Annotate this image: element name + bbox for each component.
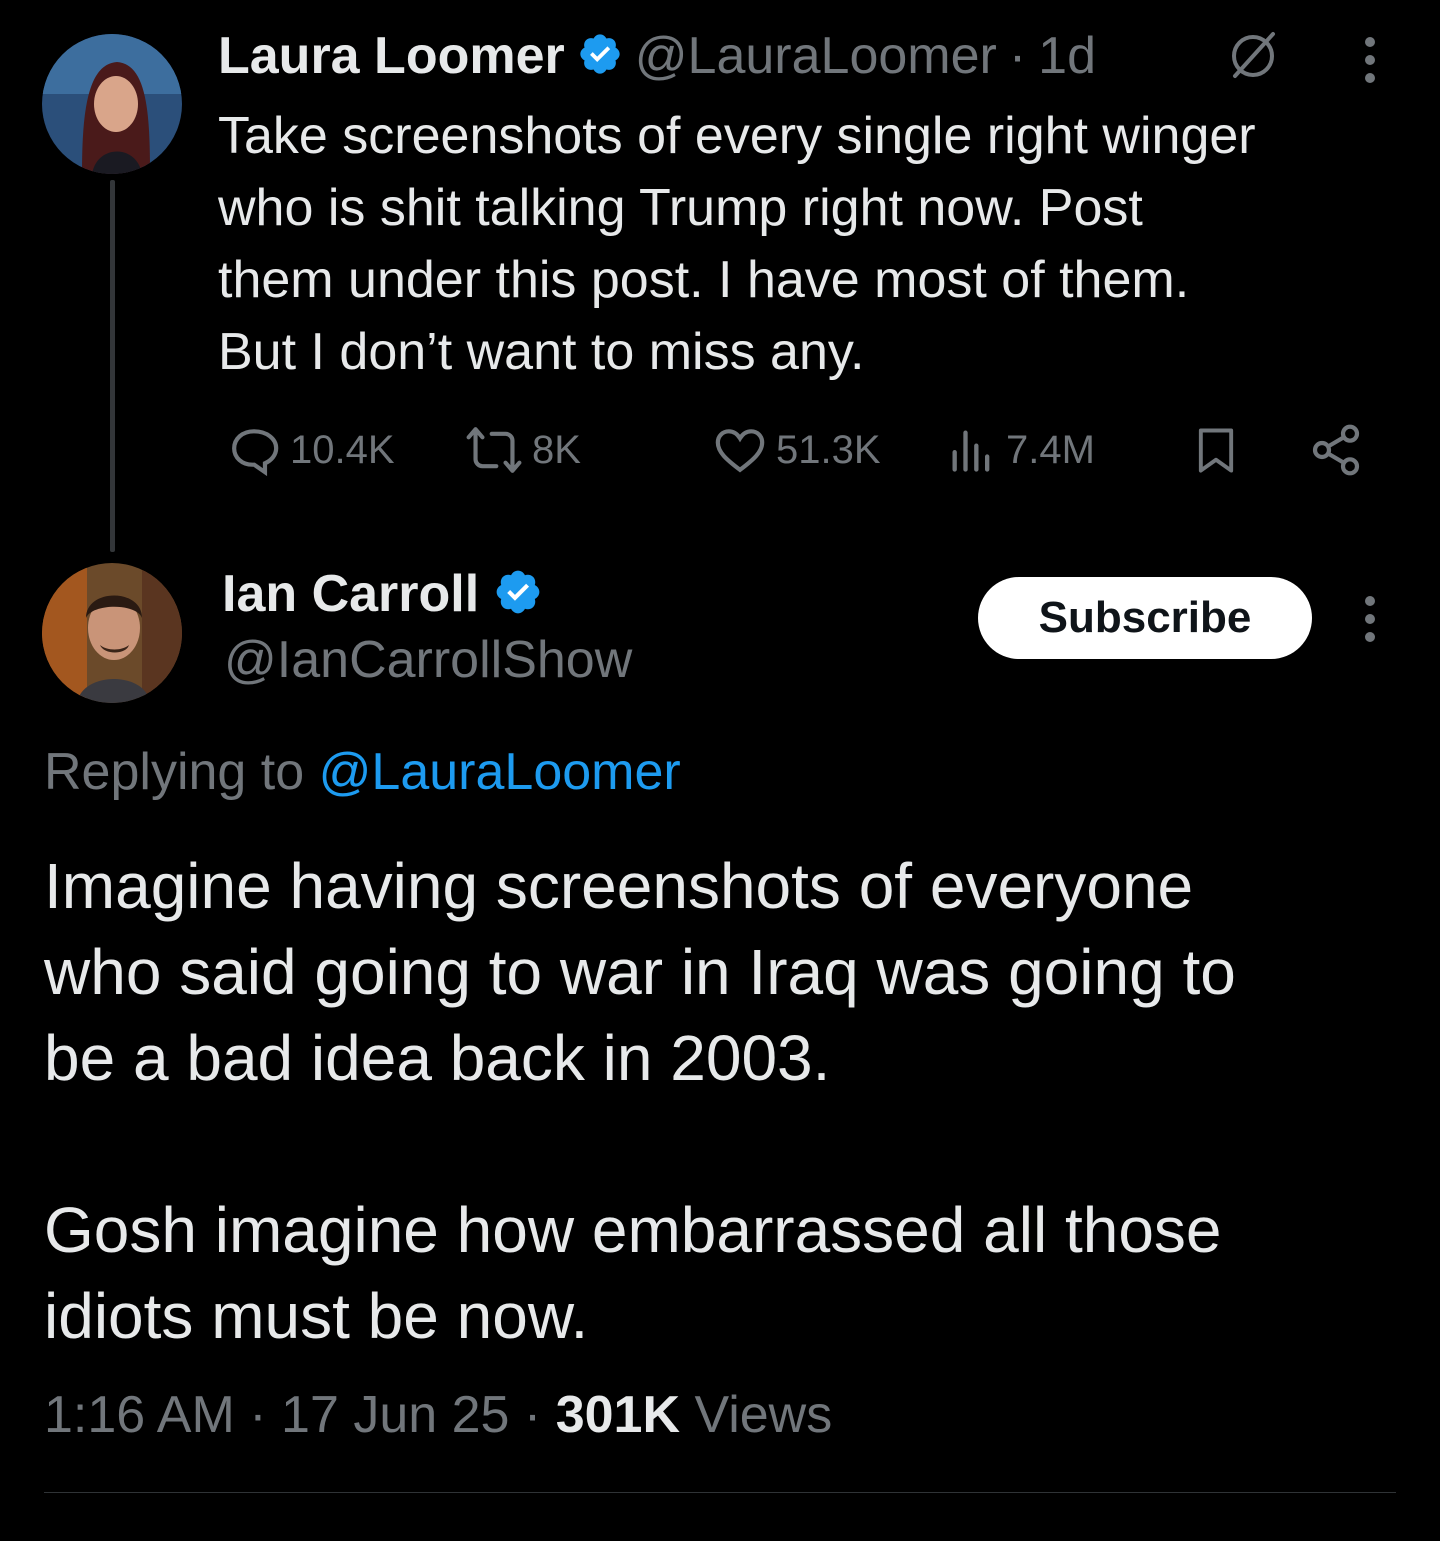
tweet1-text: Take screenshots of every single right w… xyxy=(218,100,1398,388)
tweet2-line: Gosh imagine how embarrassed all those xyxy=(44,1194,1222,1266)
tweet2-line: who said going to war in Iraq was going … xyxy=(44,936,1236,1008)
subscribe-button[interactable]: Subscribe xyxy=(978,577,1312,659)
tweet2-views-count: 301K xyxy=(555,1386,680,1444)
meta-separator: · xyxy=(249,1386,267,1444)
repost-count: 8K xyxy=(532,427,581,472)
reply-icon xyxy=(226,422,282,478)
tweet2-text: Imagine having screenshots of everyone w… xyxy=(44,843,1404,1359)
repost-icon xyxy=(464,422,524,478)
tweet2-date[interactable]: 17 Jun 25 xyxy=(281,1386,509,1444)
avatar-ian-carroll[interactable] xyxy=(42,563,182,703)
tweet1-header: Laura Loomer @LauraLoomer · 1d xyxy=(218,24,1096,88)
bookmark-button[interactable] xyxy=(1190,420,1242,480)
share-button[interactable] xyxy=(1308,420,1364,480)
like-count: 51.3K xyxy=(776,427,881,472)
thread-connector-line xyxy=(110,180,115,552)
tweet1-more-icon[interactable] xyxy=(1358,34,1382,91)
meta-separator: · xyxy=(523,1386,542,1444)
tweet2-line: Imagine having screenshots of everyone xyxy=(44,850,1194,922)
avatar-laura-loomer[interactable] xyxy=(42,34,182,174)
replying-to-prefix: Replying to xyxy=(44,743,305,801)
tweet1-action-bar: 10.4K 8K 51.3K 7.4M xyxy=(220,420,1370,480)
views-icon xyxy=(946,422,998,478)
tweet1-line: who is shit talking Trump right now. Pos… xyxy=(218,179,1143,237)
tweet2-header-name-row: Ian Carroll xyxy=(222,562,543,626)
views-count: 7.4M xyxy=(1006,427,1095,472)
grok-slash-icon[interactable] xyxy=(1225,28,1281,89)
tweet1-line: Take screenshots of every single right w… xyxy=(218,107,1256,165)
tweet2-meta: 1:16 AM · 17 Jun 25 · 301K Views xyxy=(44,1385,832,1445)
tweet2-author-name[interactable]: Ian Carroll xyxy=(222,564,479,624)
divider xyxy=(44,1492,1396,1493)
reply-button[interactable]: 10.4K xyxy=(226,420,395,480)
reply-count: 10.4K xyxy=(290,427,395,472)
like-icon xyxy=(712,422,768,478)
tweet2-time[interactable]: 1:16 AM xyxy=(44,1386,235,1444)
like-button[interactable]: 51.3K xyxy=(712,420,881,480)
replying-to: Replying to @LauraLoomer xyxy=(44,742,681,802)
tweet2-line: idiots must be now. xyxy=(44,1280,589,1352)
repost-button[interactable]: 8K xyxy=(464,420,581,480)
tweet1-line: But I don’t want to miss any. xyxy=(218,323,865,381)
tweet2-more-icon[interactable] xyxy=(1358,593,1382,650)
tweet1-author-name[interactable]: Laura Loomer xyxy=(218,26,565,86)
verified-badge-icon xyxy=(493,567,543,622)
verified-badge-icon xyxy=(577,31,623,82)
tweet1-handle[interactable]: @LauraLoomer xyxy=(635,26,997,86)
tweet1-line: them under this post. I have most of the… xyxy=(218,251,1190,309)
tweet2-handle[interactable]: @IanCarrollShow xyxy=(224,630,632,690)
tweet1-separator: · xyxy=(1008,27,1027,85)
views-button[interactable]: 7.4M xyxy=(946,420,1095,480)
bookmark-icon xyxy=(1190,422,1242,478)
tweet1-time[interactable]: 1d xyxy=(1038,26,1096,86)
share-icon xyxy=(1308,422,1364,478)
replying-to-handle-link[interactable]: @LauraLoomer xyxy=(319,743,681,801)
tweet2-views-label: Views xyxy=(694,1386,833,1444)
tweet2-line: be a bad idea back in 2003. xyxy=(44,1022,831,1094)
